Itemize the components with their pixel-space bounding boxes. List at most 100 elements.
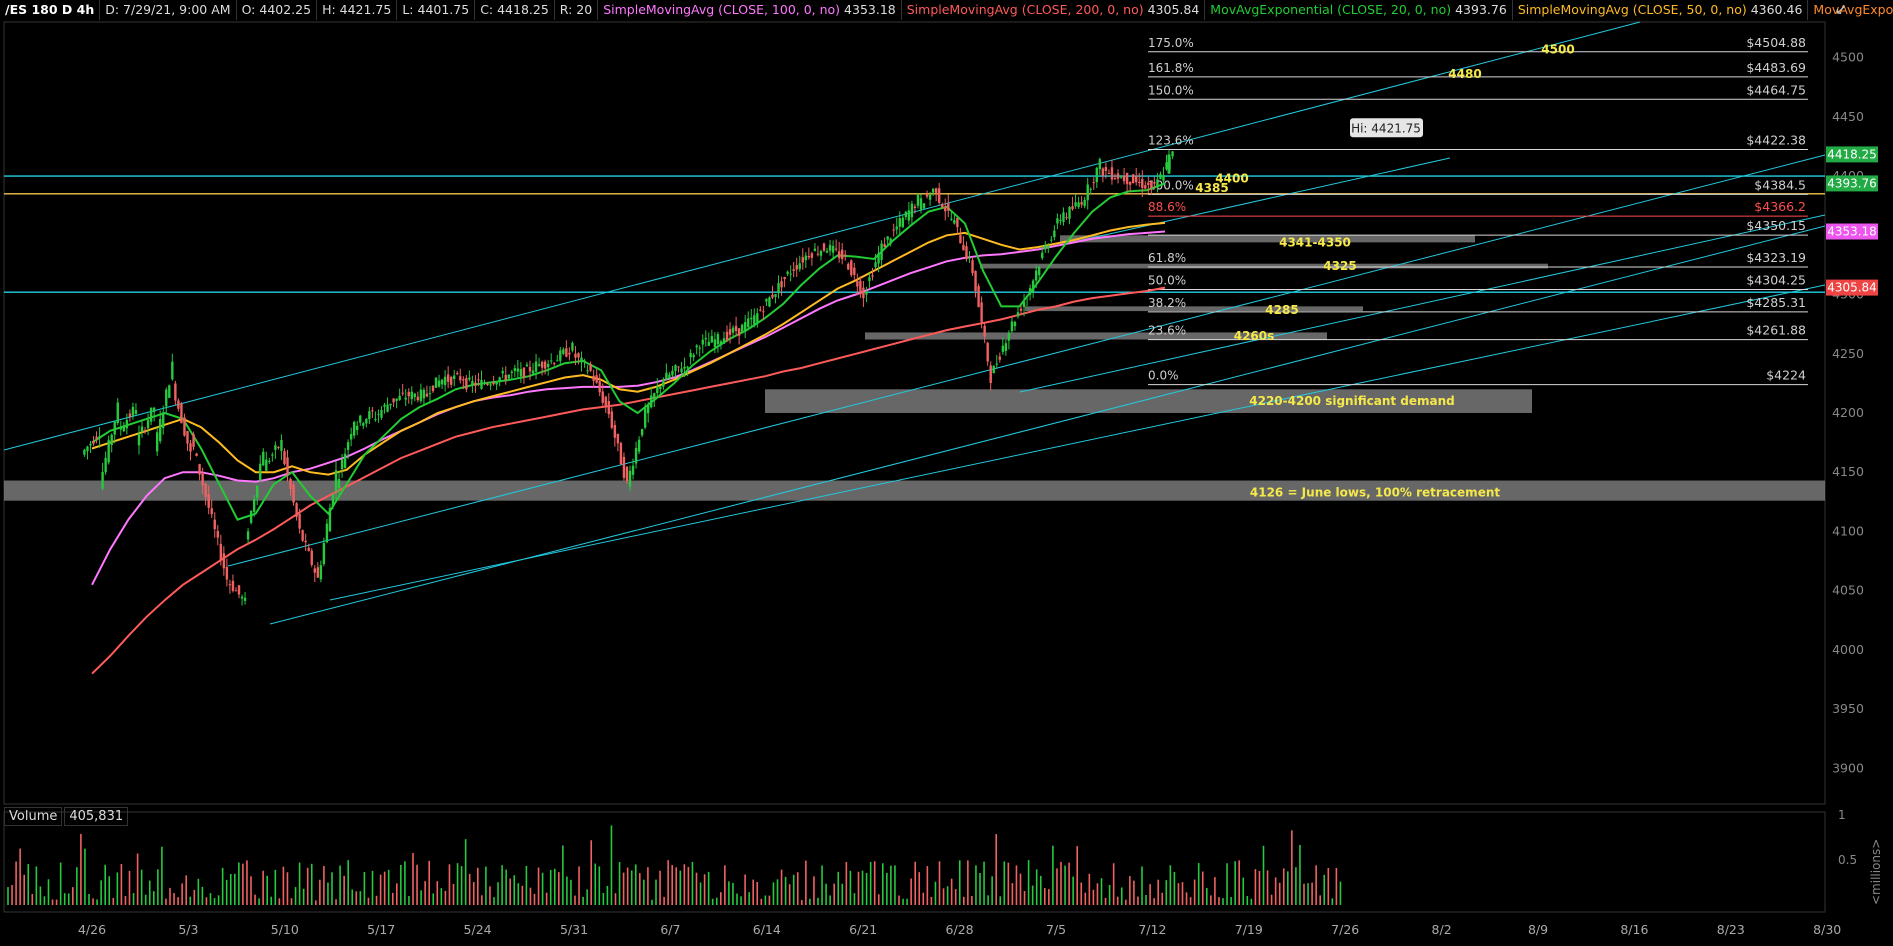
candle-body [162, 412, 165, 429]
candle-body [1131, 174, 1135, 183]
fib-level-price: $4464.75 [1746, 82, 1806, 97]
candle-body [349, 434, 353, 440]
candle-body [83, 449, 86, 455]
candle-body [146, 420, 150, 429]
candle-body [562, 349, 565, 354]
fib-level-price: $4304.25 [1746, 272, 1806, 287]
candle-body [1004, 343, 1008, 352]
candle-body [686, 366, 689, 368]
collapse-icon[interactable]: ↙ [1833, 2, 1849, 18]
candle-body [228, 584, 232, 586]
x-tick-label: 7/19 [1235, 922, 1263, 937]
x-tick-label: 7/12 [1138, 922, 1166, 937]
candle-body [804, 255, 808, 261]
fib-level-price: $4422.38 [1746, 133, 1806, 148]
candle-body [443, 376, 447, 386]
candle-body [95, 436, 98, 439]
study-sma50[interactable]: SimpleMovingAvg (CLOSE, 50, 0, no) 4360.… [1513, 0, 1809, 20]
price-chart[interactable]: 3900395040004050410041504200425043004350… [0, 0, 1893, 946]
candle-body [698, 347, 701, 349]
candle-body [559, 350, 562, 361]
candle-body [462, 379, 465, 381]
candle-body [216, 530, 219, 538]
candle-body [1007, 332, 1011, 341]
candle-body [980, 302, 983, 322]
study-ema20[interactable]: MovAvgExponential (CLOSE, 20, 0, no) 439… [1205, 0, 1513, 20]
y-tick-label: 4450 [1832, 109, 1864, 124]
candle-body [319, 565, 323, 580]
candle-body [825, 250, 829, 253]
candle-body [610, 411, 614, 428]
candle-body [580, 357, 583, 363]
candle-body [198, 464, 201, 475]
candle-body [950, 218, 953, 220]
study-sma200[interactable]: SimpleMovingAvg (CLOSE, 200, 0, no) 4305… [902, 0, 1206, 20]
candle-body [119, 427, 122, 430]
candle-body [171, 361, 174, 380]
candle-body [765, 298, 768, 302]
candle-body [998, 356, 1002, 360]
candle-body [1068, 207, 1071, 219]
candle-body [474, 382, 477, 386]
candle-body [234, 590, 238, 592]
candle-body [131, 407, 135, 416]
candle-body [168, 385, 171, 398]
annotation-label: 4480 [1448, 67, 1481, 81]
candle-body [786, 271, 789, 274]
candle-body [740, 324, 744, 334]
fib-level-price: $4285.31 [1746, 295, 1806, 310]
candle-body [801, 257, 804, 263]
candle-body [307, 547, 310, 551]
candle-body [383, 404, 386, 407]
candle-body [534, 361, 538, 372]
candle-body [389, 403, 392, 406]
candle-body [813, 248, 817, 251]
candle-body [489, 384, 492, 386]
fib-level-pct: 0.0% [1148, 369, 1179, 383]
candle-body [395, 398, 398, 401]
trend-channel-line [227, 154, 1826, 567]
candle-body [822, 243, 826, 251]
candle-body [1041, 252, 1044, 259]
candle-body [1171, 151, 1174, 157]
candle-body [107, 439, 110, 463]
candle-body [701, 339, 704, 345]
candle-body [713, 339, 717, 347]
symbol-label[interactable]: /ES 180 D 4h [0, 0, 101, 20]
price-tag-label: 4393.76 [1827, 176, 1877, 190]
candle-body [207, 494, 210, 508]
y-tick-label: 4500 [1832, 50, 1864, 65]
candle-body [158, 419, 162, 442]
candle-body [1128, 181, 1132, 185]
candle-body [304, 540, 307, 543]
candle-body [313, 568, 316, 573]
candle-body [280, 439, 283, 451]
candle-body [343, 453, 347, 469]
candle-body [743, 322, 747, 332]
candle-body [86, 446, 89, 452]
candle-body [556, 360, 559, 362]
support-zone [1060, 235, 1475, 243]
candle-body [1010, 321, 1014, 332]
study-ema-more[interactable]: MovAvgExponential ... [1808, 0, 1893, 20]
fib-level-price: $4224 [1766, 368, 1806, 383]
candle-body [1013, 321, 1017, 327]
last-candle-body [1167, 154, 1171, 174]
candle-body [362, 423, 365, 426]
candle-body [695, 345, 698, 348]
candle-body [328, 507, 332, 532]
candle-body [1122, 175, 1126, 182]
x-tick-label: 5/17 [367, 922, 395, 937]
candle-body [149, 407, 153, 422]
x-tick-label: 5/10 [271, 922, 299, 937]
x-tick-label: 4/26 [78, 922, 106, 937]
volume-unit-label: <millions> [1869, 839, 1883, 905]
candle-body [449, 377, 453, 385]
study-ema20-value: 4393.76 [1455, 2, 1507, 17]
candle-body [592, 375, 595, 381]
fib-level-price: $4483.69 [1746, 60, 1806, 75]
study-sma100[interactable]: SimpleMovingAvg (CLOSE, 100, 0, no) 4353… [598, 0, 902, 20]
candle-body [937, 188, 941, 203]
candle-body [1092, 182, 1095, 184]
candle-body [1065, 217, 1068, 219]
